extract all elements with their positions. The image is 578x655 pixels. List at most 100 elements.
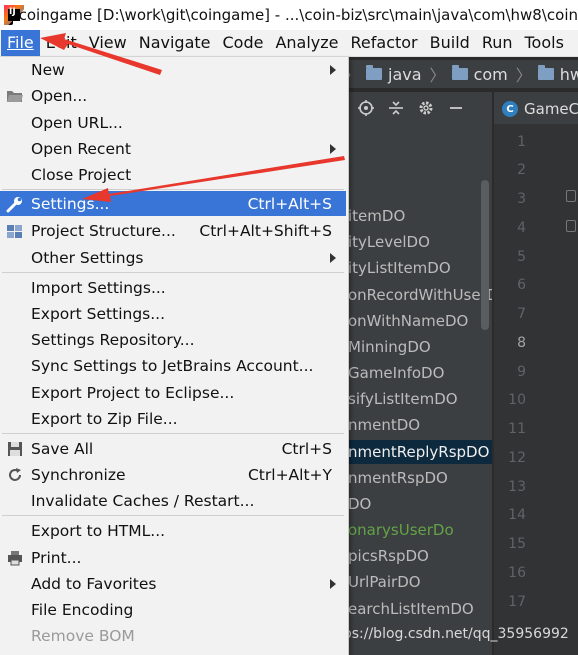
collapse-all-icon[interactable]	[388, 100, 404, 116]
line-number: 2	[517, 162, 526, 178]
breadcrumb-com[interactable]: 〉 com	[430, 62, 508, 86]
project-panel: itemDO ityLevelDO ityListItemDO onRecord…	[344, 124, 492, 655]
tree-item[interactable]: ityListItemDO	[348, 256, 451, 280]
menu-navigate[interactable]: Navigate	[133, 30, 217, 56]
locate-target-icon[interactable]	[358, 100, 374, 116]
menu-edit[interactable]: Edit	[40, 30, 83, 56]
tree-item[interactable]: itemDO	[348, 204, 405, 228]
file-menu-dropdown: New Open... Open URL... Open Recent Clos…	[0, 57, 349, 655]
tree-item-selected[interactable]: nmentReplyRspDO	[344, 440, 492, 464]
menu-item-file-encoding[interactable]: File Encoding	[0, 597, 346, 622]
breadcrumb: 〉java 〉com 〉hw8	[344, 60, 578, 88]
line-number: 1	[517, 134, 526, 150]
menu-tools[interactable]: Tools	[519, 30, 570, 56]
submenu-arrow-icon	[330, 143, 336, 154]
menu-item-open-url[interactable]: Open URL...	[0, 110, 346, 135]
menu-item-export-settings[interactable]: Export Settings...	[0, 301, 346, 326]
editor-gutter: 1 2 3 4 5 6 7 8 9 10 11 12 13 14 15 16 1…	[494, 124, 578, 655]
line-number: 8	[517, 335, 526, 351]
menu-separator	[2, 189, 344, 190]
menu-item-open-recent[interactable]: Open Recent	[0, 136, 346, 161]
menu-view[interactable]: View	[83, 30, 133, 56]
line-number: 4	[517, 220, 526, 236]
tree-item[interactable]: nmentDO	[348, 413, 420, 437]
editor-tabbar: C GameC	[494, 92, 578, 124]
menu-item-other-settings[interactable]: Other Settings	[0, 245, 346, 270]
menu-code[interactable]: Code	[217, 30, 270, 56]
fold-marker-icon[interactable]	[566, 190, 576, 202]
folder-open-icon	[6, 87, 24, 105]
tree-item[interactable]: onWithNameDO	[348, 309, 468, 333]
menu-build[interactable]: Build	[424, 30, 476, 56]
tree-item[interactable]: picsRspDO	[348, 544, 429, 568]
menu-item-remove-bom: Remove BOM	[31, 626, 135, 645]
java-class-icon: C	[502, 101, 518, 117]
fold-marker-icon[interactable]	[566, 220, 576, 232]
line-number: 10	[508, 392, 526, 408]
title-bar: coingame [D:\work\git\coingame] - ...\co…	[0, 0, 578, 30]
menu-item-sync-settings[interactable]: Sync Settings to JetBrains Account...	[0, 353, 346, 378]
menu-run[interactable]: Run	[476, 30, 519, 56]
menu-item-synchronize[interactable]: Synchronize Ctrl+Alt+Y	[0, 462, 346, 487]
line-number: 7	[517, 306, 526, 322]
menu-item-export-html[interactable]: Export to HTML...	[0, 518, 346, 543]
printer-icon	[6, 549, 24, 567]
menu-item-import-settings[interactable]: Import Settings...	[0, 275, 346, 300]
menu-item-close-project[interactable]: Close Project	[0, 162, 346, 187]
watermark: https://blog.csdn.net/qq_35956992	[323, 626, 569, 642]
menu-item-new[interactable]: New	[0, 57, 346, 82]
breadcrumb-java[interactable]: 〉 java	[344, 62, 422, 86]
window-title: coingame [D:\work\git\coingame] - ...\co…	[18, 6, 578, 24]
tree-item[interactable]: GameInfoDO	[348, 361, 444, 385]
line-number: 6	[517, 277, 526, 293]
tree-item[interactable]: DO	[348, 492, 371, 516]
folder-icon	[366, 65, 383, 80]
line-number: 3	[517, 191, 526, 207]
gear-icon[interactable]	[418, 100, 434, 116]
breadcrumb-hw8[interactable]: 〉hw8	[516, 62, 578, 86]
menu-separator	[2, 515, 344, 516]
tree-item[interactable]: sifyListItemDO	[348, 387, 458, 411]
menu-refactor[interactable]: Refactor	[345, 30, 424, 56]
menu-item-settings-repository[interactable]: Settings Repository...	[0, 327, 346, 352]
editor-tab[interactable]: C GameC	[502, 96, 578, 122]
line-number: 12	[508, 450, 526, 466]
intellij-logo-icon	[4, 5, 20, 25]
menu-bar: File Edit View Navigate Code Analyze Ref…	[0, 30, 578, 57]
line-number: 13	[508, 479, 526, 495]
menu-item-open[interactable]: Open...	[0, 83, 346, 108]
save-icon	[6, 440, 24, 458]
menu-item-invalidate-caches[interactable]: Invalidate Caches / Restart...	[0, 488, 346, 513]
wrench-icon	[6, 195, 24, 213]
menu-item-export-eclipse[interactable]: Export Project to Eclipse...	[0, 380, 346, 405]
tree-item[interactable]: UrlPairDO	[348, 570, 421, 594]
tree-item[interactable]: earchListItemDO	[348, 597, 474, 621]
tree-item[interactable]: onRecordWithUserD	[348, 283, 492, 307]
menu-item-add-favorites[interactable]: Add to Favorites	[0, 571, 346, 596]
line-number: 14	[508, 507, 526, 523]
menu-analyze[interactable]: Analyze	[269, 30, 344, 56]
menu-item-export-zip[interactable]: Export to Zip File...	[0, 406, 346, 431]
submenu-arrow-icon	[330, 64, 336, 75]
folder-icon	[451, 65, 468, 80]
menu-item-settings[interactable]: Settings... Ctrl+Alt+S	[0, 191, 346, 216]
line-number: 5	[517, 249, 526, 265]
tree-item[interactable]: ityLevelDO	[348, 230, 430, 254]
folder-icon	[537, 65, 554, 80]
tree-item[interactable]: nmentRspDO	[348, 466, 448, 490]
menu-separator	[2, 433, 344, 434]
minimize-icon[interactable]	[448, 100, 464, 116]
line-number: 9	[517, 364, 526, 380]
tree-item[interactable]: MinningDO	[348, 335, 431, 359]
menu-item-save-all[interactable]: Save All Ctrl+S	[0, 436, 346, 461]
project-toolbar	[344, 92, 492, 124]
project-scrollbar[interactable]	[481, 180, 489, 330]
submenu-arrow-icon	[330, 252, 336, 263]
menu-file[interactable]: File	[1, 30, 40, 56]
submenu-arrow-icon	[330, 578, 336, 589]
line-number: 15	[508, 536, 526, 552]
menu-item-print[interactable]: Print...	[0, 545, 346, 570]
project-structure-icon	[6, 222, 24, 240]
tree-item[interactable]: onarysUserDo	[348, 518, 454, 542]
menu-item-project-structure[interactable]: Project Structure... Ctrl+Alt+Shift+S	[0, 218, 346, 243]
